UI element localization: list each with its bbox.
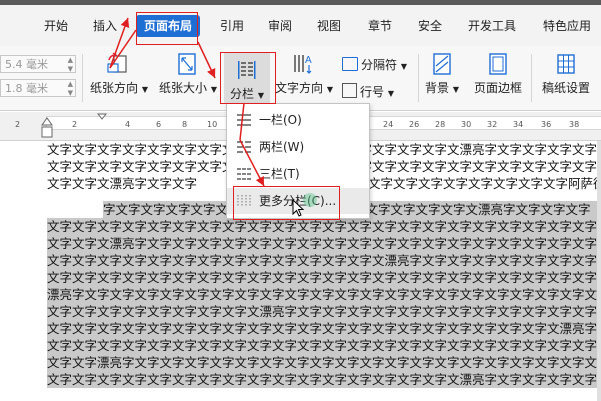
annotation-arrow: [239, 139, 265, 187]
annotation-arrows: [109, 17, 265, 187]
annotation-arrow: [197, 41, 216, 79]
annotation-arrow: [109, 17, 130, 69]
annotation-line: [239, 102, 245, 141]
annotation-line: [109, 29, 137, 69]
